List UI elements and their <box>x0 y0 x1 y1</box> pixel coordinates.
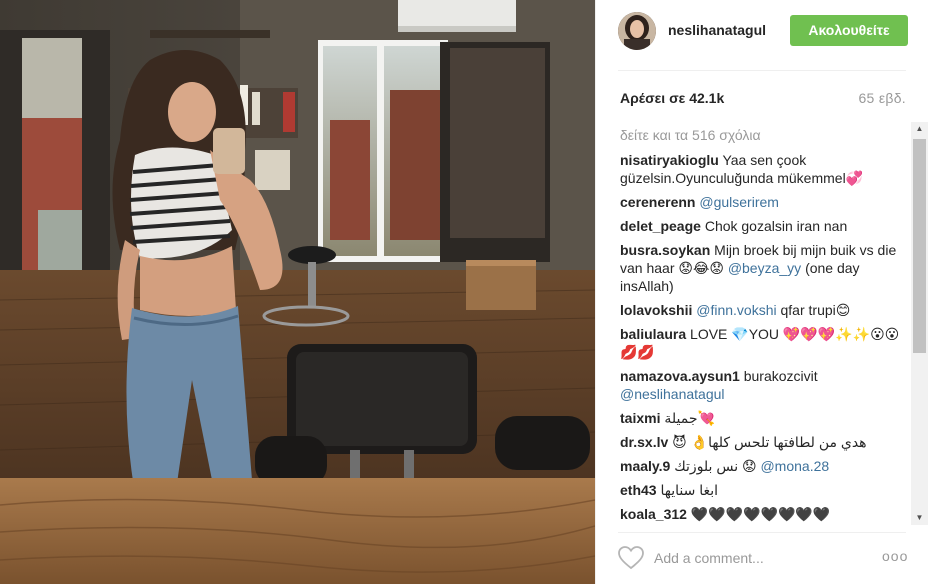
comment-item: namazova.aysun1 burakozcivit @neslihanat… <box>620 367 902 403</box>
comment-item: busra.soykan Mijn broek bij mijn buik vs… <box>620 241 902 295</box>
comment-username[interactable]: delet_peage <box>620 218 701 234</box>
comment-item: eth43 ابغا سنايها <box>620 481 902 499</box>
comment-text: جميلة💘 <box>664 410 715 426</box>
more-options-icon[interactable]: ooo <box>882 548 908 564</box>
comment-item: koala_312 🖤🖤🖤🖤🖤🖤🖤🖤 <box>620 505 902 523</box>
comment-scrollbar[interactable]: ▲ ▼ <box>911 122 928 525</box>
comment-text: burakozcivit <box>743 368 818 384</box>
comment-text: Chok gozalsin iran nan <box>704 218 848 234</box>
comment-item: lolavokshii @finn.vokshi qfar trupi😊 <box>620 301 902 319</box>
comment-mention-link[interactable]: @finn.vokshi <box>696 302 776 318</box>
post-author-username[interactable]: neslihanatagul <box>668 22 766 38</box>
comment-mention-link[interactable]: @mona.28 <box>760 458 829 474</box>
comment-username[interactable]: lolavokshii <box>620 302 692 318</box>
comment-text: 😈 👌هدي من لطافتها تلحس كلها <box>672 434 867 450</box>
comment-item: dr.sx.lv 😈 👌هدي من لطافتها تلحس كلها <box>620 433 902 451</box>
comment-username[interactable]: eth43 <box>620 482 657 498</box>
comment-username[interactable]: dr.sx.lv <box>620 434 668 450</box>
comment-username[interactable]: namazova.aysun1 <box>620 368 740 384</box>
comment-item: baliulaura LOVE 💎YOU 💖💖💖✨✨😮😮 💋💋 <box>620 325 902 361</box>
following-button[interactable]: Ακολουθείτε <box>790 15 908 46</box>
comment-mention-link[interactable]: @neslihanatagul <box>620 386 725 402</box>
comment-text: ابغا سنايها <box>660 482 718 498</box>
comment-username[interactable]: koala_312 <box>620 506 687 522</box>
comment-username[interactable]: busra.soykan <box>620 242 710 258</box>
comment-mention-link[interactable]: @gulserirem <box>699 194 779 210</box>
post-photo[interactable] <box>0 0 595 584</box>
add-comment-input[interactable] <box>654 548 864 568</box>
comment-username[interactable]: baliulaura <box>620 326 686 342</box>
comment-list: δείτε και τα 516 σχόλια nisatiryakioglu … <box>620 126 902 527</box>
comment-username[interactable]: maaly.9 <box>620 458 670 474</box>
avatar-image <box>618 12 656 50</box>
comment-username[interactable]: nisatiryakioglu <box>620 152 719 168</box>
post-photo-image <box>0 0 595 584</box>
comment-item: cerenerenn @gulserirem <box>620 193 902 211</box>
composer-divider <box>618 532 906 533</box>
scroll-up-arrow-icon[interactable]: ▲ <box>911 122 928 136</box>
comment-username[interactable]: cerenerenn <box>620 194 695 210</box>
comment-item: delet_peage Chok gozalsin iran nan <box>620 217 902 235</box>
comment-username[interactable]: taixmi <box>620 410 660 426</box>
scroll-thumb[interactable] <box>913 139 926 353</box>
comment-item: nisatiryakioglu Yaa sen çook güzelsin.Oy… <box>620 151 902 187</box>
post-timestamp[interactable]: 65 εβδ. <box>858 90 906 106</box>
likes-count[interactable]: Αρέσει σε 42.1k <box>620 90 724 106</box>
view-all-comments-link[interactable]: δείτε και τα 516 σχόλια <box>620 126 902 144</box>
header-divider <box>618 70 906 71</box>
comment-mention-link[interactable]: @beyza_yy <box>728 260 801 276</box>
comment-item: maaly.9 نس بلوزتك 😟 @mona.28 <box>620 457 902 475</box>
post-sidebar: neslihanatagul Ακολουθείτε Αρέσει σε 42.… <box>595 0 928 584</box>
comment-text: نس بلوزتك 😟 <box>674 458 757 474</box>
heart-icon[interactable] <box>618 546 644 570</box>
comment-text-trailing: qfar trupi😊 <box>780 302 851 318</box>
post-header: neslihanatagul Ακολουθείτε <box>596 0 928 66</box>
avatar[interactable] <box>618 12 656 50</box>
comment-text: 🖤🖤🖤🖤🖤🖤🖤🖤 <box>690 506 831 522</box>
comment-item: taixmi جميلة💘 <box>620 409 902 427</box>
scroll-down-arrow-icon[interactable]: ▼ <box>911 511 928 525</box>
